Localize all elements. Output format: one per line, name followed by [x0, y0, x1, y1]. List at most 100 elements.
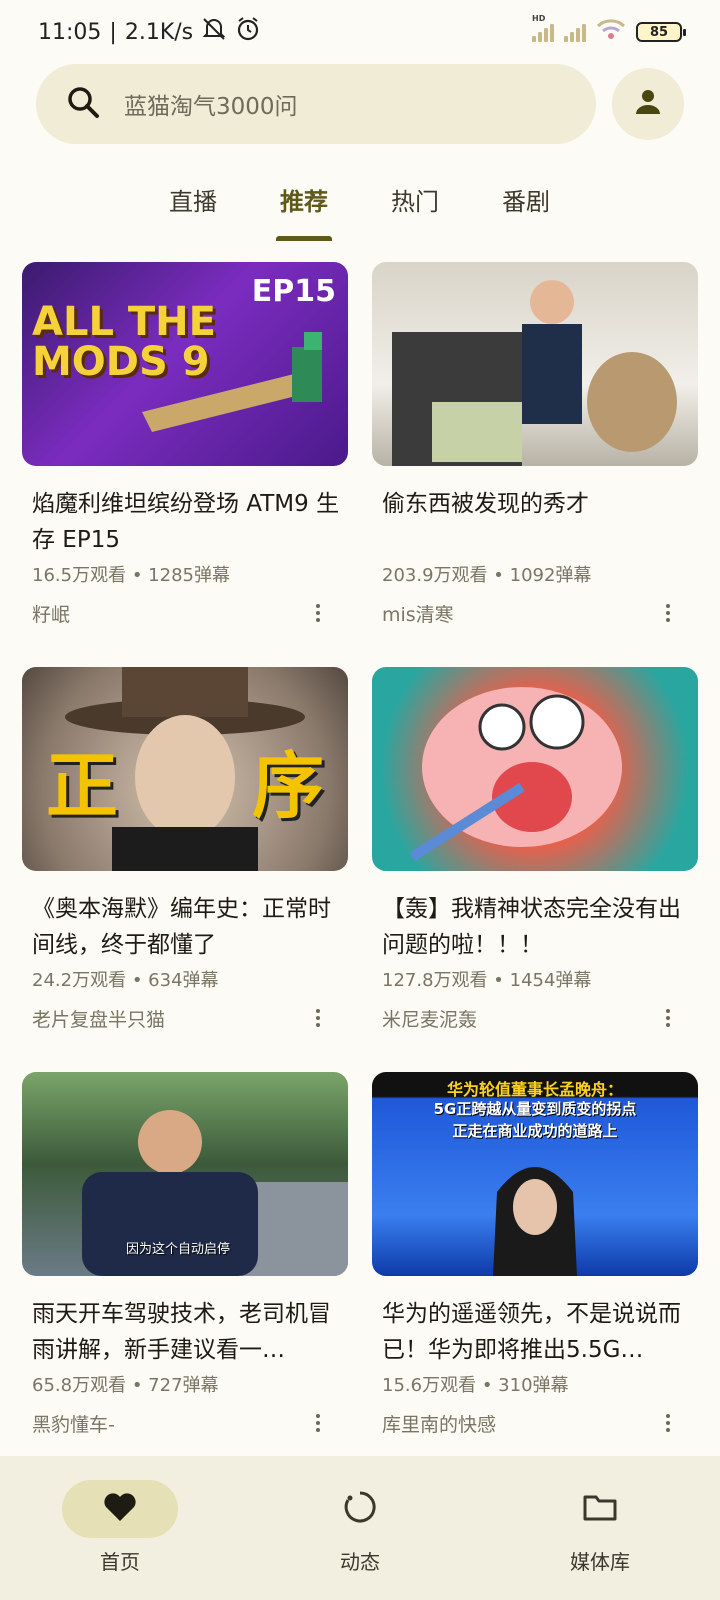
video-author: 库里南的快感 — [372, 1410, 698, 1436]
video-title[interactable]: 《奥本海默》编年史：正常时间线，终于都懂了 — [22, 891, 348, 963]
separator: • — [493, 565, 504, 586]
danmaku-count: 727弹幕 — [148, 1375, 219, 1396]
video-meta: 16.5万观看 • 1285弹幕 — [22, 564, 348, 588]
nav-home-pill[interactable] — [62, 1480, 178, 1538]
video-meta: 15.6万观看 • 310弹幕 — [372, 1374, 698, 1398]
more-options-button[interactable] — [308, 1005, 328, 1031]
danmaku-count: 1285弹幕 — [148, 565, 230, 586]
wifi-icon — [596, 18, 626, 46]
nav-library-pill[interactable] — [542, 1480, 658, 1538]
more-options-button[interactable] — [658, 1005, 678, 1031]
video-meta: 203.9万观看 • 1092弹幕 — [372, 564, 698, 588]
author-name[interactable]: 黑豹懂车- — [32, 1414, 115, 1436]
view-count: 24.2万观看 — [32, 970, 127, 991]
video-meta: 127.8万观看 • 1454弹幕 — [372, 969, 698, 993]
video-title[interactable]: 偷东西被发现的秀才 — [372, 486, 698, 558]
video-thumbnail[interactable]: 因为这个自动启停 — [22, 1072, 348, 1276]
account-button[interactable] — [612, 68, 684, 140]
more-options-button[interactable] — [658, 600, 678, 626]
video-thumbnail[interactable]: ALL THE MODS 9 EP15 — [22, 262, 348, 466]
signal-2-icon — [564, 22, 586, 42]
tab-recommend[interactable]: 推荐 — [249, 182, 359, 217]
nav-activity-label: 动态 — [340, 1550, 380, 1574]
thumb-text: ALL THE MODS 9 — [32, 299, 216, 385]
search-input[interactable]: 蓝猫淘气3000问 — [124, 87, 298, 121]
author-name[interactable]: 米尼麦泥轰 — [382, 1009, 477, 1031]
nav-home[interactable]: 首页 — [50, 1480, 190, 1575]
alarm-icon — [235, 16, 261, 48]
view-count: 65.8万观看 — [32, 1375, 127, 1396]
mute-icon — [201, 16, 227, 48]
battery-icon: 85 — [636, 22, 686, 42]
video-card[interactable]: 因为这个自动启停 雨天开车驾驶技术，老司机冒雨讲解，新手建议看一… 65.8万观… — [22, 1072, 348, 1436]
nav-activity-pill[interactable] — [302, 1480, 418, 1538]
video-thumbnail[interactable] — [372, 262, 698, 466]
view-count: 15.6万观看 — [382, 1375, 477, 1396]
author-name[interactable]: 籽岷 — [32, 604, 70, 626]
nav-library[interactable]: 媒体库 — [530, 1480, 670, 1575]
category-tabs: 直播 推荐 热门 番剧 — [0, 168, 720, 241]
thumb-text: 正 — [46, 744, 119, 828]
nav-home-label: 首页 — [100, 1550, 140, 1574]
video-title[interactable]: 华为的遥遥领先，不是说说而已！华为即将推出5.5G… — [372, 1296, 698, 1368]
thumb-text: 5G正跨越从量变到质变的拐点 — [433, 1100, 637, 1118]
tab-anime[interactable]: 番剧 — [471, 182, 581, 217]
author-name[interactable]: mis清寒 — [382, 604, 454, 626]
search-bar[interactable]: 蓝猫淘气3000问 — [36, 64, 596, 144]
view-count: 127.8万观看 — [382, 970, 488, 991]
danmaku-count: 1454弹幕 — [509, 970, 592, 991]
danmaku-count: 1092弹幕 — [509, 565, 592, 586]
thumb-caption: 因为这个自动启停 — [126, 1242, 231, 1257]
tab-live[interactable]: 直播 — [138, 182, 248, 217]
video-thumbnail[interactable]: 华为轮值董事长孟晚舟： 5G正跨越从量变到质变的拐点 正走在商业成功的道路上 — [372, 1072, 698, 1276]
separator: • — [131, 565, 143, 586]
more-options-button[interactable] — [308, 600, 328, 626]
nav-activity[interactable]: 动态 — [290, 1480, 430, 1575]
video-title[interactable]: 雨天开车驾驶技术，老司机冒雨讲解，新手建议看一… — [22, 1296, 348, 1368]
view-count: 16.5万观看 — [32, 565, 127, 586]
video-meta: 65.8万观看 • 727弹幕 — [22, 1374, 348, 1398]
view-count: 203.9万观看 — [382, 565, 488, 586]
nav-library-label: 媒体库 — [570, 1550, 630, 1574]
video-author: 米尼麦泥轰 — [372, 1005, 698, 1031]
video-author: 籽岷 — [22, 600, 348, 626]
status-divider: | — [109, 19, 117, 45]
author-name[interactable]: 库里南的快感 — [382, 1414, 496, 1436]
thumb-text: 华为轮值董事长孟晚舟： — [446, 1080, 623, 1099]
thumb-text: 正走在商业成功的道路上 — [452, 1122, 618, 1140]
separator: • — [131, 970, 143, 991]
video-author: mis清寒 — [372, 600, 698, 626]
danmaku-count: 634弹幕 — [148, 970, 219, 991]
video-card[interactable]: 【轰】我精神状态完全没有出问题的啦！！！ 127.8万观看 • 1454弹幕 米… — [372, 667, 698, 1031]
status-time: 11:05 — [38, 19, 102, 45]
tab-hot[interactable]: 热门 — [360, 182, 470, 217]
network-speed: 2.1K/s — [124, 19, 194, 45]
person-icon — [633, 87, 663, 121]
refresh-circle-icon — [343, 1490, 377, 1528]
video-author: 老片复盘半只猫 — [22, 1005, 348, 1031]
video-card[interactable]: 华为轮值董事长孟晚舟： 5G正跨越从量变到质变的拐点 正走在商业成功的道路上 华… — [372, 1072, 698, 1436]
more-options-button[interactable] — [658, 1410, 678, 1436]
video-card[interactable]: ALL THE MODS 9 EP15 焰魔利维坦缤纷登场 ATM9 生存 EP… — [22, 262, 348, 626]
status-bar: 11:05 | 2.1K/s 85 — [0, 0, 720, 64]
author-name[interactable]: 老片复盘半只猫 — [32, 1009, 165, 1031]
folder-icon — [583, 1493, 617, 1525]
separator: • — [481, 1375, 493, 1396]
tab-indicator — [276, 236, 332, 241]
danmaku-count: 310弹幕 — [498, 1375, 569, 1396]
video-card[interactable]: 正 序 《奥本海默》编年史：正常时间线，终于都懂了 24.2万观看 • 634弹… — [22, 667, 348, 1031]
video-title[interactable]: 焰魔利维坦缤纷登场 ATM9 生存 EP15 — [22, 486, 348, 558]
separator: • — [131, 1375, 143, 1396]
more-options-button[interactable] — [308, 1410, 328, 1436]
bottom-navigation: 首页 动态 媒体库 — [0, 1456, 720, 1600]
thumb-text: 序 — [251, 744, 324, 828]
video-card[interactable]: 偷东西被发现的秀才 203.9万观看 • 1092弹幕 mis清寒 — [372, 262, 698, 626]
signal-icon — [532, 14, 554, 42]
video-title[interactable]: 【轰】我精神状态完全没有出问题的啦！！！ — [372, 891, 698, 963]
video-thumbnail[interactable]: 正 序 — [22, 667, 348, 871]
video-thumbnail[interactable] — [372, 667, 698, 871]
search-icon — [66, 85, 100, 123]
heart-icon — [103, 1492, 137, 1526]
video-meta: 24.2万观看 • 634弹幕 — [22, 969, 348, 993]
separator: • — [493, 970, 504, 991]
